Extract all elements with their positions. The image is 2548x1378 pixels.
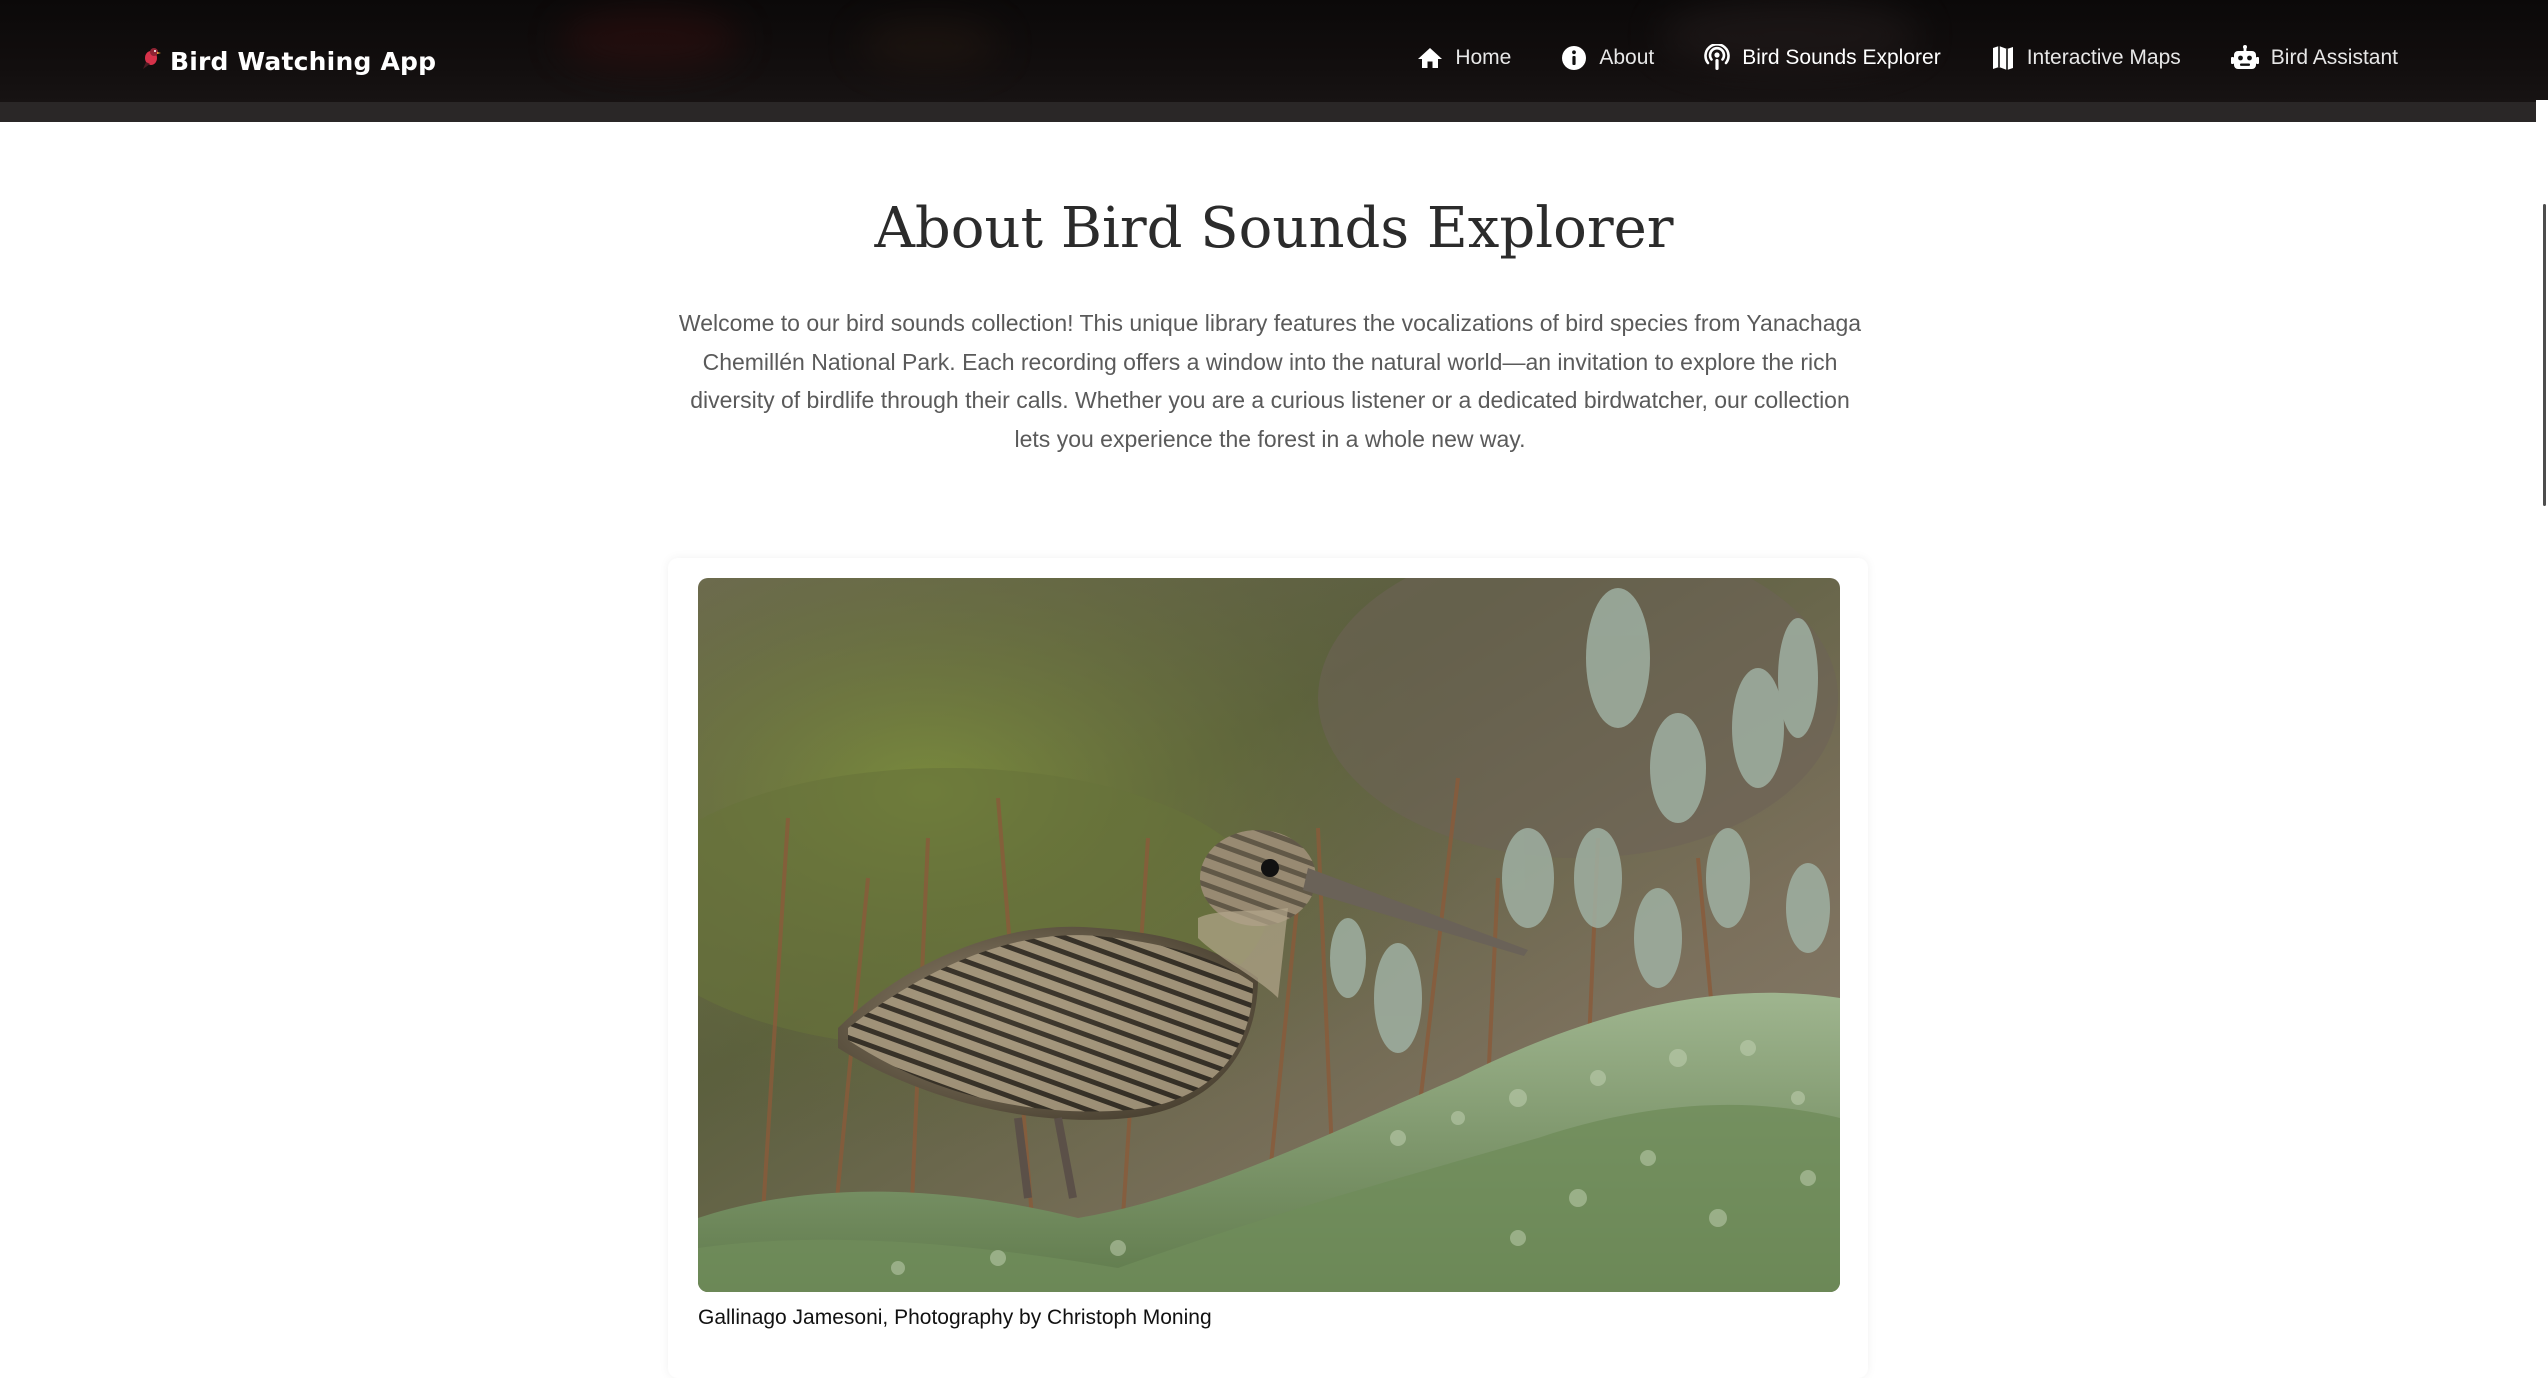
- nav-links: Home About Bird Sounds Explorer Interact…: [1417, 44, 2398, 72]
- nav-item-label: Home: [1455, 46, 1512, 69]
- top-navbar: Bird Watching App Home About Bird Sounds…: [0, 0, 2548, 122]
- navbar-bottom-strip: [0, 102, 2548, 122]
- nav-item-bird-sounds-explorer[interactable]: Bird Sounds Explorer: [1704, 44, 1941, 72]
- brand-logo[interactable]: Bird Watching App: [142, 46, 436, 76]
- photo-caption: Gallinago Jamesoni, Photography by Chris…: [698, 1306, 1212, 1329]
- nav-item-about[interactable]: About: [1561, 45, 1654, 71]
- nav-item-label: About: [1599, 46, 1655, 69]
- bird-icon: [142, 46, 162, 76]
- robot-icon: [2230, 45, 2259, 71]
- info-icon: [1561, 45, 1587, 71]
- brand-name: Bird Watching App: [170, 46, 437, 76]
- nav-item-bird-assistant[interactable]: Bird Assistant: [2230, 45, 2398, 71]
- nav-item-interactive-maps[interactable]: Interactive Maps: [1991, 45, 2181, 71]
- page-scrollbar[interactable]: [2536, 100, 2548, 1363]
- home-icon: [1417, 46, 1443, 70]
- nav-item-label: Interactive Maps: [2026, 46, 2181, 69]
- intro-paragraph: Welcome to our bird sounds collection! T…: [678, 310, 1862, 452]
- nav-item-label: Bird Sounds Explorer: [1742, 46, 1941, 69]
- bird-photo: [698, 578, 1840, 1292]
- podcast-icon: [1704, 44, 1731, 72]
- navbar-background-detail: [860, 20, 1000, 70]
- navbar-background-detail: [560, 10, 740, 70]
- nav-item-home[interactable]: Home: [1417, 46, 1511, 70]
- page-title: About Bird Sounds Explorer: [874, 196, 1674, 261]
- map-icon: [1991, 45, 2015, 71]
- nav-item-label: Bird Assistant: [2270, 46, 2398, 69]
